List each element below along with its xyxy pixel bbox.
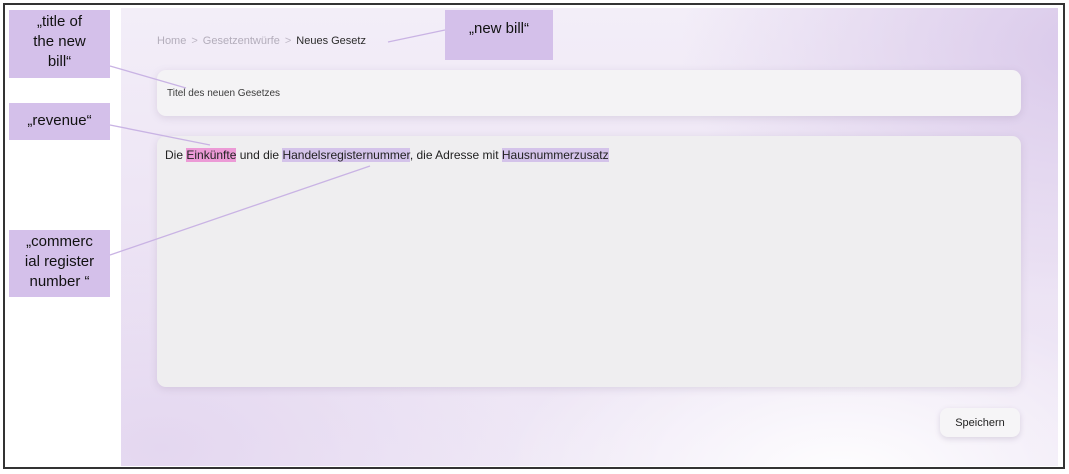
annotation-title: „title of the new bill“ bbox=[9, 10, 110, 78]
annotation-commercial-register-number: „commerc ial register number “ bbox=[9, 230, 110, 297]
annotation-commercial-line: number “ bbox=[29, 273, 90, 290]
bill-text-editor[interactable]: Die Einkünfte und die Handelsregisternum… bbox=[157, 136, 1021, 387]
annotation-new-bill: „new bill“ bbox=[445, 10, 553, 60]
breadcrumb-current: Neues Gesetz bbox=[296, 35, 366, 47]
body-text: , die Adresse mit bbox=[409, 148, 502, 162]
breadcrumb: Home > Gesetzentwürfe > Neues Gesetz bbox=[157, 35, 366, 47]
annotation-revenue-text: „revenue“ bbox=[27, 112, 92, 129]
annotation-revenue: „revenue“ bbox=[9, 103, 110, 140]
annotation-commercial-line: ial register bbox=[24, 253, 95, 270]
breadcrumb-drafts[interactable]: Gesetzentwürfe bbox=[203, 35, 280, 47]
breadcrumb-separator: > bbox=[284, 35, 292, 47]
highlight-revenue: Einkünfte bbox=[186, 148, 237, 162]
highlight-commercial-register-number: Handelsregisternummer bbox=[282, 148, 410, 162]
annotation-commercial-line: „commerc bbox=[26, 233, 93, 250]
breadcrumb-separator: > bbox=[191, 35, 198, 47]
highlight-house-number-suffix: Hausnummerzusatz bbox=[501, 148, 609, 162]
annotation-title-line: „title of bbox=[36, 13, 82, 30]
bill-title-input[interactable]: Titel des neuen Gesetzes bbox=[157, 70, 1021, 116]
bill-title-placeholder: Titel des neuen Gesetzes bbox=[167, 88, 281, 99]
body-text: Die bbox=[165, 148, 187, 162]
annotation-new-bill-text: „new bill“ bbox=[468, 20, 529, 37]
breadcrumb-home[interactable]: Home bbox=[157, 35, 186, 47]
annotation-title-line: bill“ bbox=[47, 53, 72, 70]
app-window: Home > Gesetzentwürfe > Neues Gesetz Titel d… bbox=[121, 8, 1058, 466]
save-button[interactable]: Speichern bbox=[940, 408, 1020, 437]
body-text: und die bbox=[236, 148, 283, 162]
annotation-title-line: the new bbox=[33, 33, 86, 50]
